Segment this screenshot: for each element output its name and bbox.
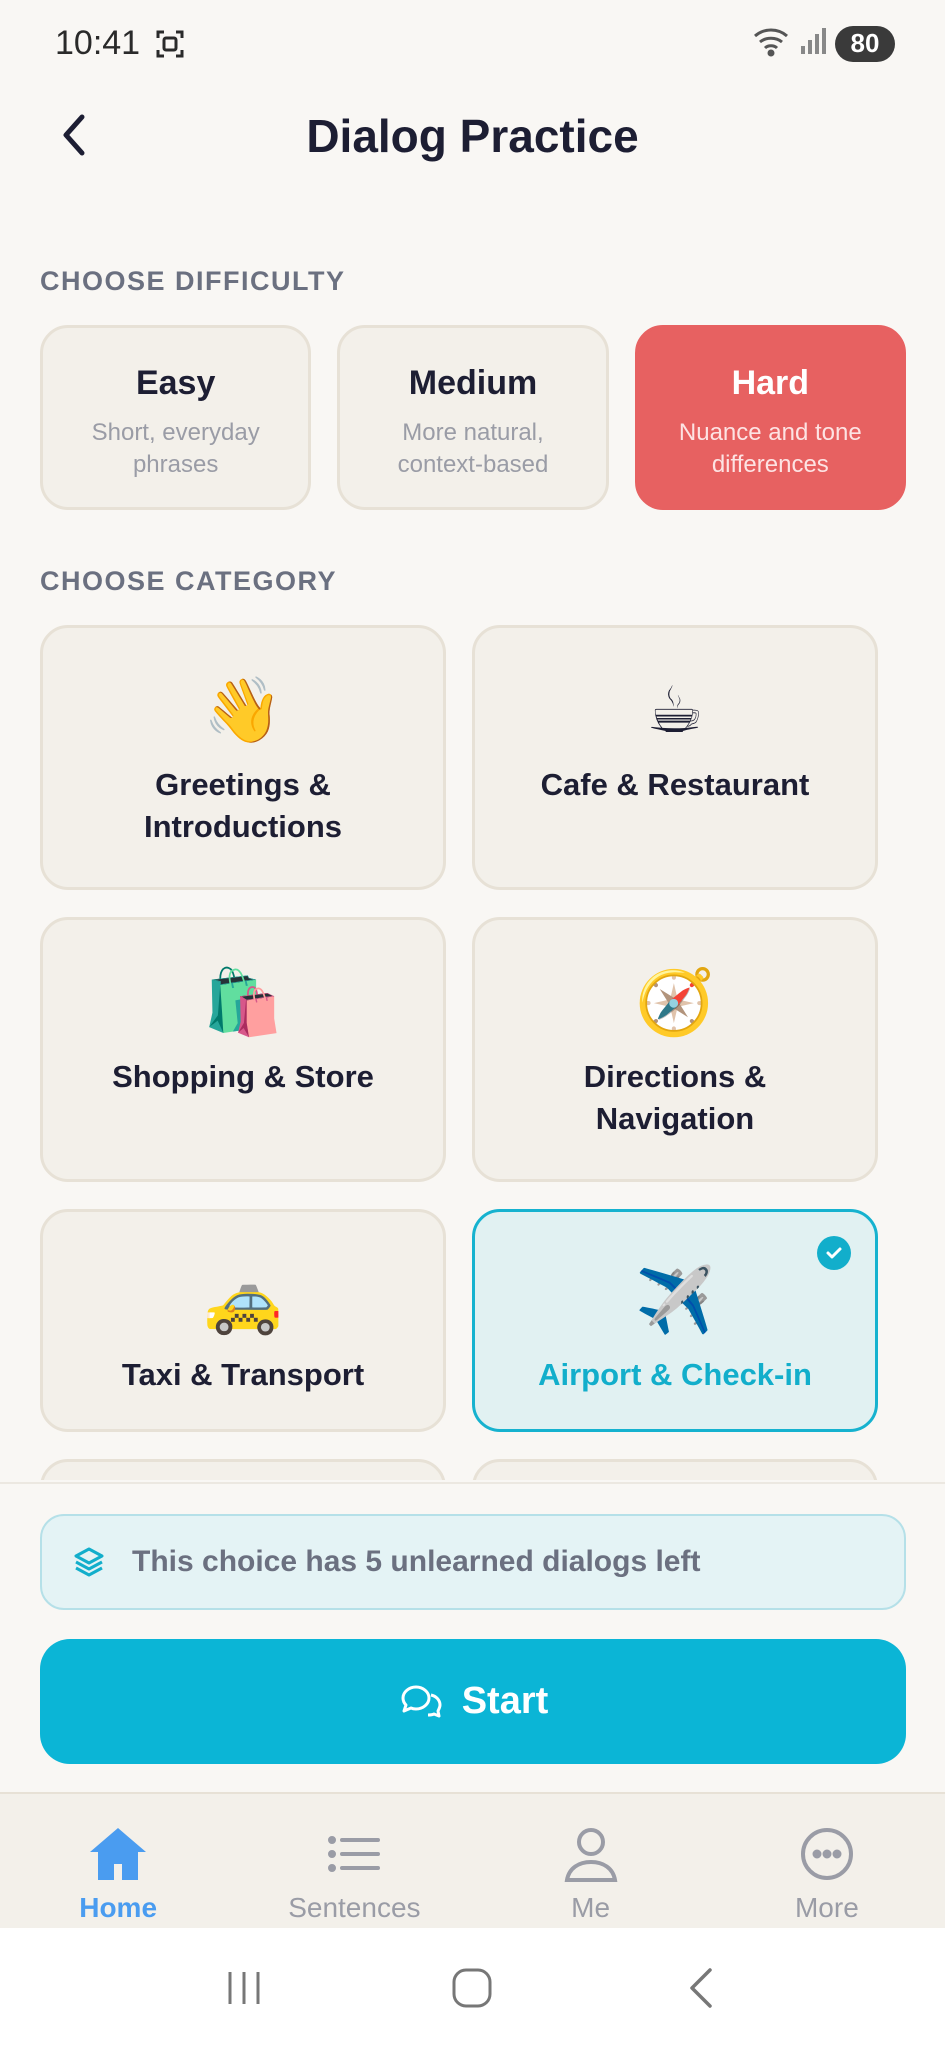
chat-bubbles-icon xyxy=(401,1685,442,1717)
category-shopping[interactable]: 🛍️ Shopping & Store xyxy=(40,917,446,1182)
category-label: Taxi & Transport xyxy=(121,1357,365,1392)
bottom-tab-bar: Home Sentences Me More xyxy=(0,1792,945,1928)
category-card-partial[interactable] xyxy=(472,1459,878,1480)
home-square-icon xyxy=(452,1968,492,2008)
difficulty-section-label: CHOOSE DIFFICULTY xyxy=(40,266,346,296)
category-label: Directions & Navigation xyxy=(583,1059,767,1136)
wifi-icon xyxy=(751,24,791,63)
difficulty-options: Easy Short, everyday phrases Medium More… xyxy=(40,325,906,510)
recents-icon xyxy=(228,1972,260,2004)
bottom-panel: This choice has 5 unlearned dialogs left… xyxy=(0,1482,945,1792)
status-time: 10:41 xyxy=(55,24,141,62)
signal-icon xyxy=(799,26,827,61)
tab-more[interactable]: More xyxy=(709,1794,945,1928)
back-chevron-icon xyxy=(690,1968,712,2008)
page-title: Dialog Practice xyxy=(306,110,639,162)
difficulty-easy-option[interactable]: Easy Short, everyday phrases xyxy=(40,325,312,510)
header: Dialog Practice xyxy=(0,95,945,185)
category-greetings[interactable]: 👋 Greetings & Introductions xyxy=(40,625,446,890)
tab-home[interactable]: Home xyxy=(0,1794,236,1928)
category-label: Shopping & Store xyxy=(112,1059,374,1094)
category-cafe[interactable]: ☕ Cafe & Restaurant xyxy=(472,625,878,890)
tab-sentences[interactable]: Sentences xyxy=(236,1794,472,1928)
list-icon xyxy=(328,1836,381,1872)
start-button[interactable]: Start xyxy=(40,1639,906,1764)
compass-icon: 🧭 xyxy=(635,966,715,1038)
start-label: Start xyxy=(461,1680,549,1722)
difficulty-title: Hard xyxy=(731,364,810,402)
screenshot-icon xyxy=(154,28,186,65)
category-label: Cafe & Restaurant xyxy=(540,767,810,802)
tab-label: Home xyxy=(79,1892,158,1923)
category-taxi[interactable]: 🚕 Taxi & Transport xyxy=(40,1209,446,1432)
status-right: 80 xyxy=(751,24,895,63)
difficulty-title: Easy xyxy=(135,364,216,402)
unlearned-info-box: This choice has 5 unlearned dialogs left xyxy=(40,1514,906,1610)
difficulty-title: Medium xyxy=(408,364,538,402)
home-button[interactable] xyxy=(432,1948,512,2028)
category-card-partial[interactable] xyxy=(40,1459,446,1480)
coffee-cup-icon: ☕ xyxy=(646,674,704,746)
tab-label: Sentences xyxy=(288,1892,421,1923)
more-dots-icon xyxy=(800,1828,853,1880)
recents-button[interactable] xyxy=(204,1948,284,2028)
category-grid: 👋 Greetings & Introductions ☕ Cafe & Res… xyxy=(40,625,880,1480)
unlearned-info-text: This choice has 5 unlearned dialogs left xyxy=(132,1545,701,1578)
battery-indicator: 80 xyxy=(835,25,895,62)
category-label: Greetings & Introductions xyxy=(143,767,343,844)
taxi-icon: 🚕 xyxy=(203,1264,283,1336)
category-label: Airport & Check-in xyxy=(538,1357,812,1392)
person-icon xyxy=(564,1828,617,1882)
difficulty-subtitle: More natural, context-based xyxy=(397,419,549,478)
tab-label: Me xyxy=(571,1892,611,1923)
waving-hand-icon: 👋 xyxy=(203,674,283,746)
category-directions[interactable]: 🧭 Directions & Navigation xyxy=(472,917,878,1182)
home-icon xyxy=(90,1828,147,1880)
difficulty-subtitle: Nuance and tone differences xyxy=(678,419,862,478)
difficulty-medium-option[interactable]: Medium More natural, context-based xyxy=(337,325,609,510)
shopping-bags-icon: 🛍️ xyxy=(203,966,283,1038)
tab-label: More xyxy=(794,1892,859,1923)
category-section-label: CHOOSE CATEGORY xyxy=(40,566,338,596)
layers-icon xyxy=(74,1547,104,1577)
category-airport[interactable]: ✈️ Airport & Check-in xyxy=(472,1209,878,1432)
airplane-icon: ✈️ xyxy=(635,1264,715,1336)
difficulty-hard-option[interactable]: Hard Nuance and tone differences xyxy=(634,325,906,510)
system-back-button[interactable] xyxy=(661,1948,741,2028)
system-nav-bar xyxy=(0,1928,945,2048)
category-grid-scroll[interactable]: 👋 Greetings & Introductions ☕ Cafe & Res… xyxy=(40,625,880,1480)
status-bar: 10:41 80 xyxy=(0,0,945,90)
checkmark-icon xyxy=(817,1236,851,1270)
tab-me[interactable]: Me xyxy=(473,1794,709,1928)
difficulty-subtitle: Short, everyday phrases xyxy=(91,419,260,478)
